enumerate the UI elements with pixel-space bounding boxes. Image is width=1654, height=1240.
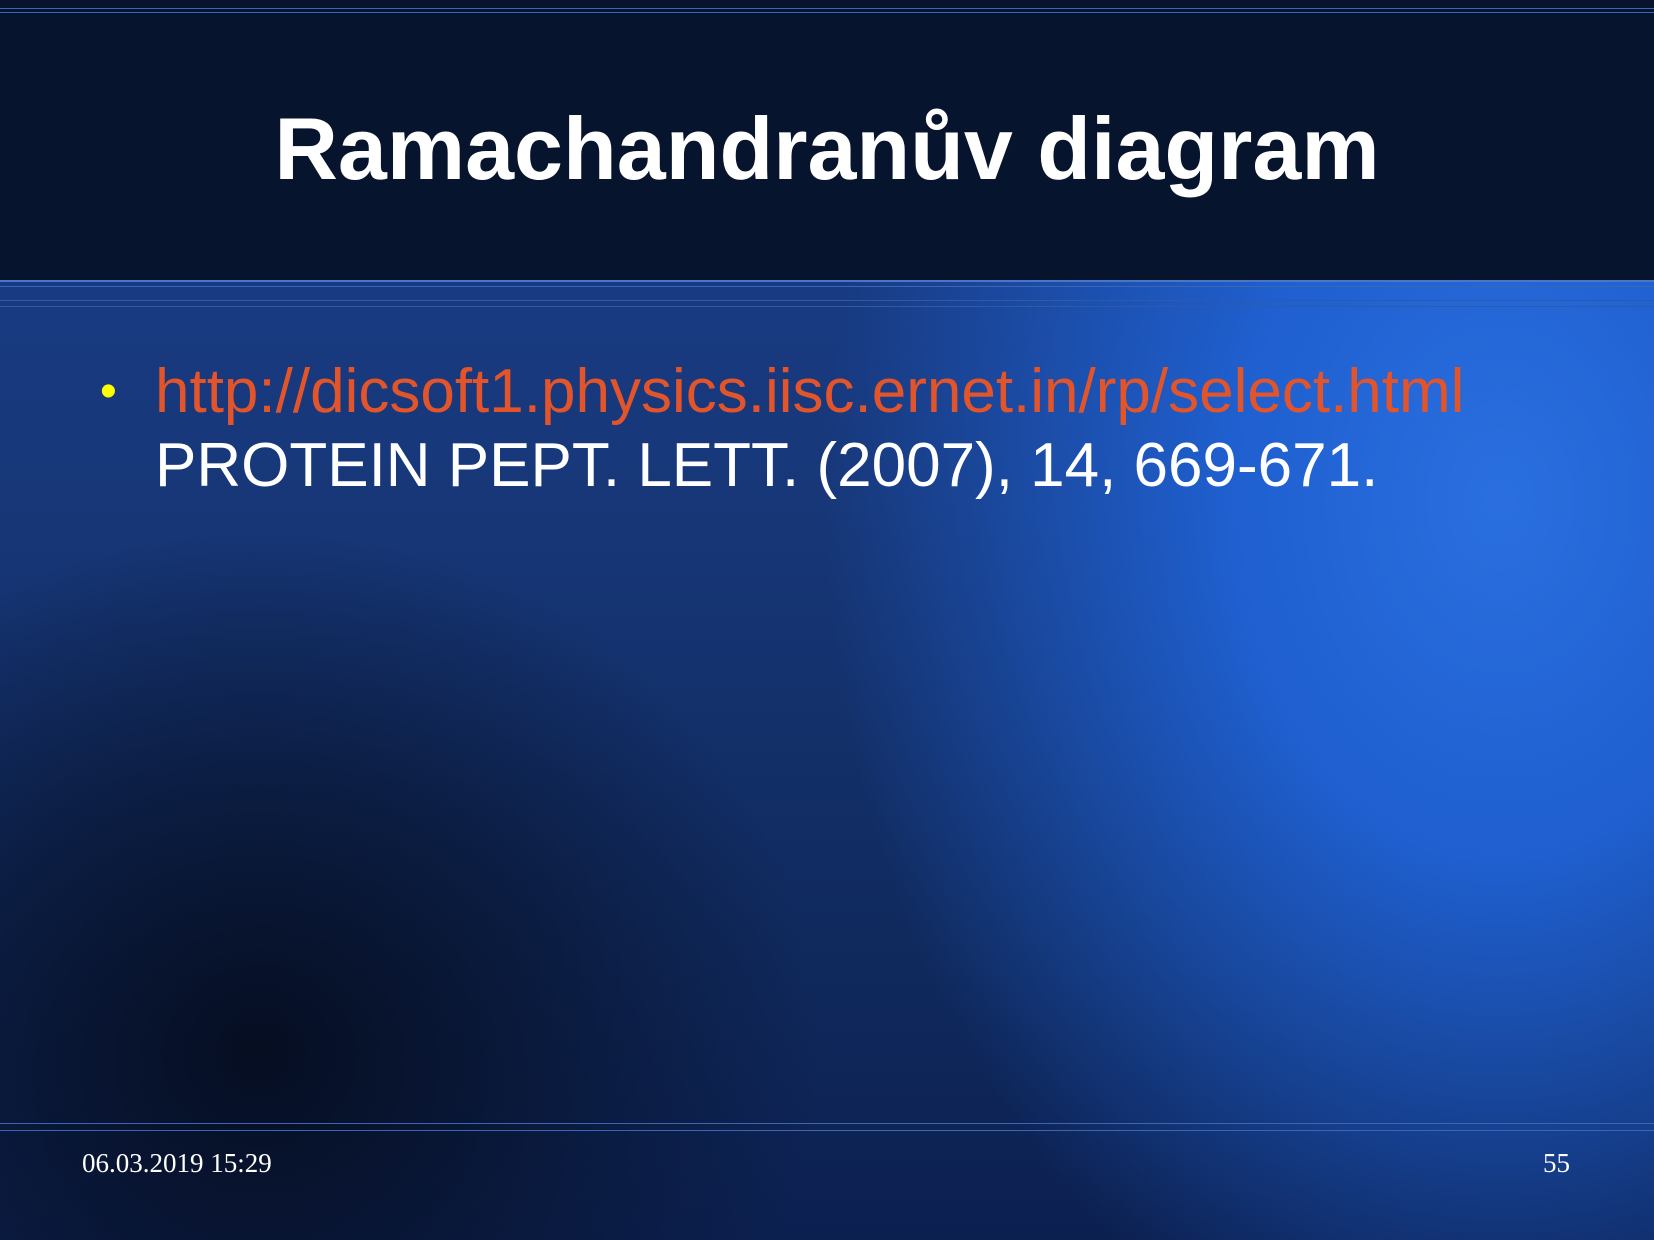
title-divider [0,280,1654,282]
slide: Ramachandranův diagram • http://dicsoft1… [0,0,1654,1240]
citation-text: PROTEIN PEPT. LETT. (2007), 14, 669-671. [155,431,1379,500]
footer-rule [0,1123,1654,1124]
reference-link[interactable]: http://dicsoft1.physics.iisc.ernet.in/rp… [155,355,1635,429]
page-number: 55 [1543,1148,1570,1178]
footer-date: 06.03.2019 15:29 [82,1148,272,1178]
content-top-rule [0,300,1654,301]
bullet-icon: • [100,365,117,418]
slide-title: Ramachandranův diagram [274,99,1380,198]
top-rule-secondary [0,12,1654,13]
bullet-text: http://dicsoft1.physics.iisc.ernet.in/rp… [155,355,1635,503]
title-divider-secondary [0,286,1654,287]
top-rule [0,8,1654,9]
content-top-rule-secondary [0,306,1654,307]
footer-rule-secondary [0,1130,1654,1131]
